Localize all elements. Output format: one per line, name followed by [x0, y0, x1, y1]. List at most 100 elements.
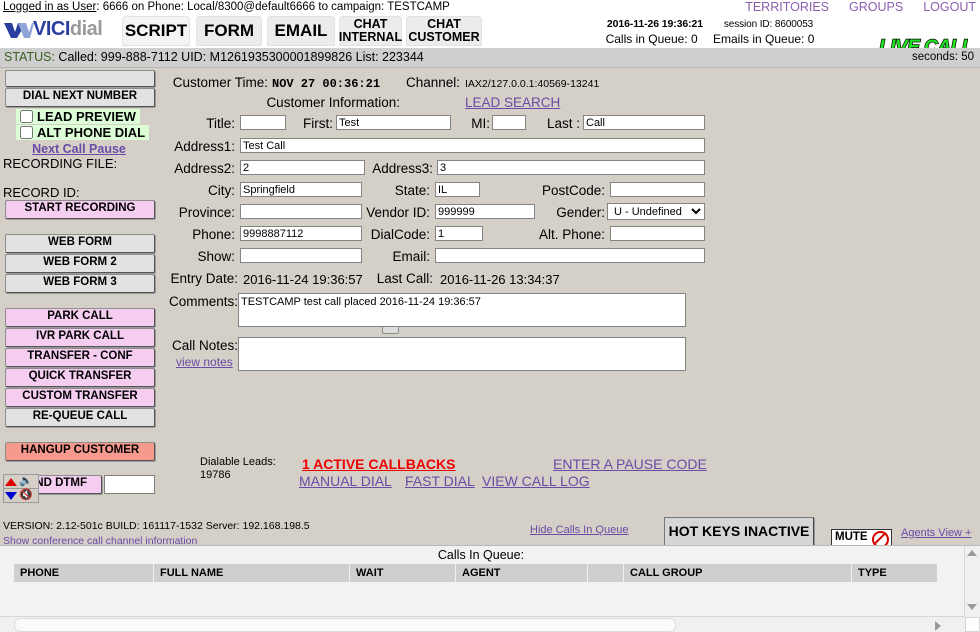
dial-next-number-button[interactable]: DIAL NEXT NUMBER — [5, 88, 155, 107]
calls-in-queue-column-header: AGENT — [456, 564, 588, 582]
hangup-customer-button[interactable]: HANGUP CUSTOMER — [5, 442, 155, 461]
address2-input[interactable] — [240, 160, 365, 175]
tab-script[interactable]: SCRIPT — [122, 16, 190, 46]
tab-chat-customer[interactable]: CHAT CUSTOMER — [406, 16, 482, 46]
dialcode-input[interactable] — [435, 226, 483, 241]
hide-calls-in-queue-link[interactable]: Hide Calls In Queue — [530, 524, 628, 536]
web-form-2-button[interactable]: WEB FORM 2 — [5, 254, 155, 273]
customer-information-label: Customer Information: — [266, 95, 400, 110]
custom-transfer-button[interactable]: CUSTOM TRANSFER — [5, 388, 155, 407]
tab-form-label: FORM — [203, 21, 255, 41]
calls-in-queue-title: Calls In Queue: — [437, 548, 525, 562]
dtmf-input[interactable] — [104, 475, 155, 494]
scroll-down-arrow-icon[interactable] — [967, 604, 977, 610]
last-name-input[interactable] — [583, 115, 705, 130]
next-call-pause-link[interactable]: Next Call Pause — [0, 142, 158, 156]
fast-dial-link[interactable]: FAST DIAL — [405, 473, 475, 489]
city-input[interactable] — [240, 182, 362, 197]
calls-in-queue-count: Calls in Queue: 0 — [605, 32, 698, 46]
tab-email-label: EMAIL — [274, 21, 328, 41]
status-bar: STATUS: Called: 999-888-7112 UID: M12619… — [0, 48, 980, 68]
customer-time-value: NOV 27 00:36:21 — [272, 77, 381, 91]
dtmf-row: SEND DTMF 🔈 🔇 — [0, 474, 160, 505]
dialable-leads-label: Dialable Leads: — [200, 456, 276, 468]
state-label: State: — [394, 183, 430, 198]
vendor-id-input[interactable] — [435, 204, 535, 219]
calls-in-queue-column-header — [588, 564, 624, 582]
tab-chat-internal-line2: INTERNAL — [338, 30, 403, 44]
call-notes-textarea[interactable] — [238, 337, 686, 371]
address2-label: Address2: — [174, 161, 235, 176]
volume-up-control[interactable]: 🔈 — [3, 474, 39, 489]
title-input[interactable] — [240, 115, 286, 130]
phone-input[interactable] — [240, 226, 362, 241]
enter-pause-code-link[interactable]: ENTER A PAUSE CODE — [553, 456, 707, 472]
quick-transfer-button[interactable]: QUICK TRANSFER — [5, 368, 155, 387]
vicidial-logo-mark — [4, 23, 34, 38]
web-form-button[interactable]: WEB FORM — [5, 234, 155, 253]
seconds-counter: seconds: 50 — [911, 51, 974, 63]
gender-label: Gender: — [556, 205, 605, 220]
record-id-label: RECORD ID: — [3, 185, 80, 200]
province-label: Province: — [178, 205, 235, 220]
alt-phone-input[interactable] — [610, 226, 705, 241]
view-call-log-link[interactable]: VIEW CALL LOG — [482, 473, 590, 489]
active-callbacks-link[interactable]: 1 ACTIVE CALLBACKS — [302, 456, 456, 472]
manual-dial-link[interactable]: MANUAL DIAL — [299, 473, 392, 489]
calls-in-queue-column-header: CALL GROUP — [624, 564, 852, 582]
tab-email[interactable]: EMAIL — [267, 16, 335, 46]
address1-input[interactable] — [240, 138, 705, 153]
transfer-conf-button[interactable]: TRANSFER - CONF — [5, 348, 155, 367]
horizontal-scrollbar-thumb[interactable] — [14, 618, 676, 632]
gender-select[interactable]: U - UndefinedM - MaleF - Female — [607, 203, 705, 220]
view-notes-link[interactable]: view notes — [176, 355, 233, 369]
calls-in-queue-column-header: TYPE — [852, 564, 938, 582]
ivr-park-call-button[interactable]: IVR PARK CALL — [5, 328, 155, 347]
re-queue-call-button[interactable]: RE-QUEUE CALL — [5, 408, 155, 427]
alt-phone-dial-checkbox-row[interactable]: ALT PHONE DIAL — [16, 125, 150, 140]
vicidial-logo: VICIdial — [4, 18, 116, 42]
lead-preview-checkbox[interactable] — [20, 110, 33, 123]
scroll-right-arrow-icon[interactable] — [935, 621, 941, 631]
nav-groups[interactable]: GROUPS — [849, 0, 903, 14]
nav-logout[interactable]: LOGOUT — [923, 0, 976, 14]
middle-initial-input[interactable] — [492, 115, 526, 130]
logged-in-details: : 6666 on Phone: Local/8300@default6666 … — [96, 1, 450, 13]
last-label: Last : — [546, 116, 580, 131]
blank-button[interactable] — [5, 70, 155, 87]
hot-keys-button[interactable]: HOT KEYS INACTIVE — [664, 517, 814, 547]
calls-in-queue-table-header: PHONE FULL NAME WAIT AGENT CALL GROUP TYPE — [14, 564, 944, 582]
scroll-up-arrow-icon[interactable] — [967, 550, 977, 556]
address3-input[interactable] — [437, 160, 705, 175]
volume-up-arrow-icon — [5, 477, 17, 486]
volume-down-arrow-icon — [5, 491, 17, 500]
email-input[interactable] — [435, 248, 705, 263]
tab-chat-internal[interactable]: CHAT INTERNAL — [339, 16, 402, 46]
agents-view-link[interactable]: Agents View + — [901, 527, 971, 539]
start-recording-button[interactable]: START RECORDING — [5, 200, 155, 219]
park-call-button[interactable]: PARK CALL — [5, 308, 155, 327]
alt-phone-dial-checkbox[interactable] — [20, 126, 33, 139]
first-name-input[interactable] — [336, 115, 451, 130]
address3-label: Address3: — [372, 161, 433, 176]
state-input[interactable] — [435, 182, 480, 197]
tab-form[interactable]: FORM — [196, 16, 262, 46]
city-label: City: — [208, 183, 235, 198]
customer-form: Customer Time: NOV 27 00:36:21 Channel: … — [160, 72, 720, 380]
show-input[interactable] — [240, 248, 362, 263]
logged-in-bar: Logged in as User: 6666 on Phone: Local/… — [0, 0, 980, 15]
lead-search-link[interactable]: LEAD SEARCH — [465, 95, 560, 110]
comments-textarea[interactable]: TESTCAMP test call placed 2016-11-24 19:… — [238, 293, 686, 327]
dialable-leads: Dialable Leads: 19786 — [200, 456, 276, 482]
status-detail: Called: 999-888-7112 UID: M1261935300001… — [54, 50, 424, 64]
horizontal-scrollbar[interactable] — [0, 616, 965, 632]
volume-down-control[interactable]: 🔇 — [3, 488, 39, 503]
province-input[interactable] — [240, 204, 362, 219]
postcode-input[interactable] — [610, 182, 705, 197]
speaker-muted-icon: 🔇 — [19, 489, 33, 501]
last-call-label: Last Call: — [376, 271, 433, 286]
lead-preview-checkbox-row[interactable]: LEAD PREVIEW — [16, 109, 140, 124]
nav-territories[interactable]: TERRITORIES — [745, 0, 829, 14]
dialcode-label: DialCode: — [370, 227, 430, 242]
web-form-3-button[interactable]: WEB FORM 3 — [5, 274, 155, 293]
